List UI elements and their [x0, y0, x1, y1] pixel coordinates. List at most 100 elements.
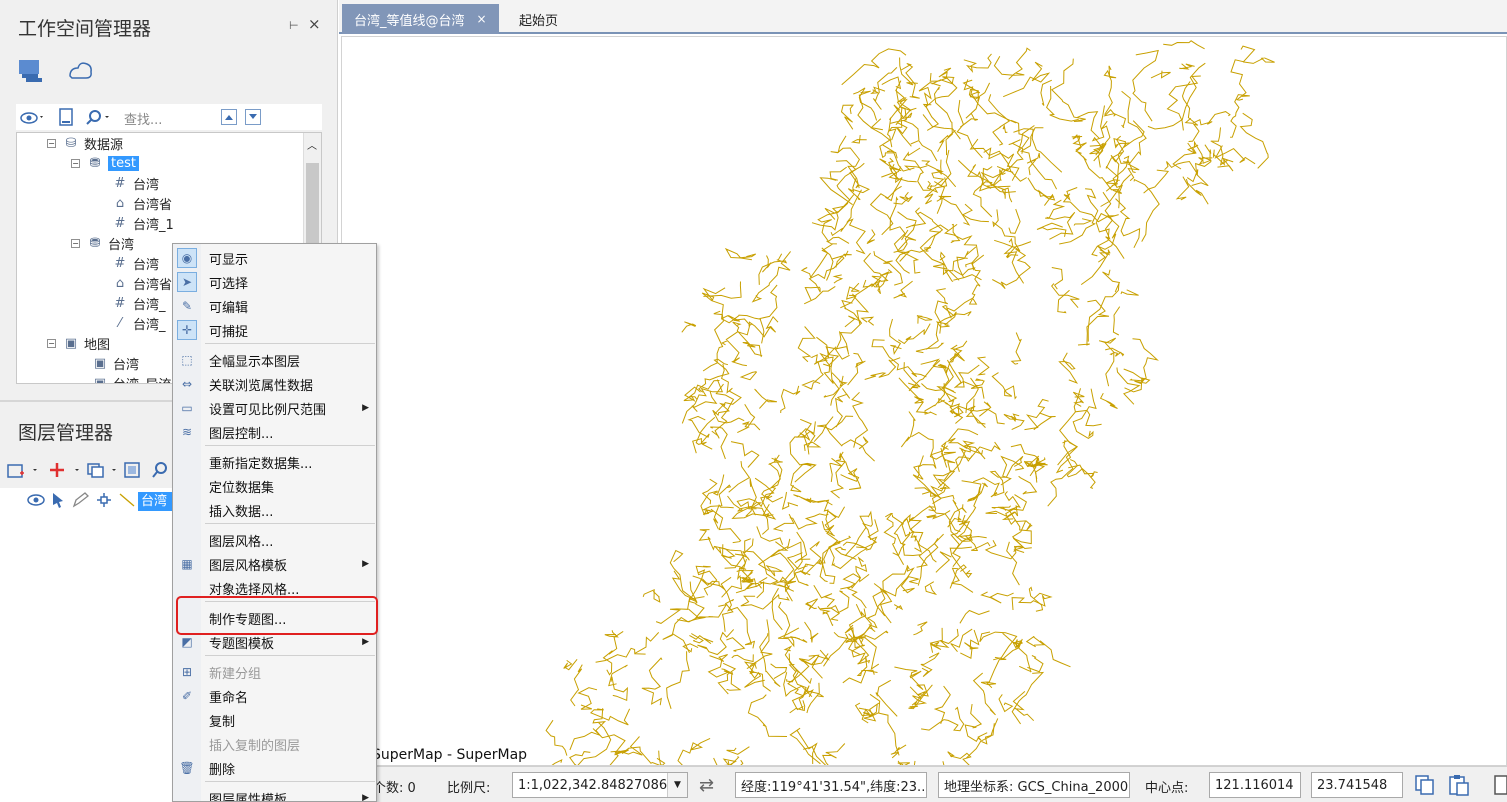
tree-item-grid[interactable]: # 台湾_ [111, 293, 166, 313]
menu-item-14[interactable]: 图层风格... [173, 528, 376, 552]
display-eye-icon[interactable] [18, 107, 46, 127]
menu-item-8[interactable]: ≋ 图层控制... [173, 420, 376, 444]
contour-line [819, 177, 853, 206]
tree-item-grid[interactable]: # 台湾 [111, 253, 159, 273]
cloud-datasource-icon[interactable] [66, 56, 94, 84]
add-layer-icon[interactable] [48, 460, 82, 480]
trash-icon: 🗑 [179, 761, 195, 775]
copy-layer-icon[interactable] [86, 460, 120, 480]
layer-item-label[interactable]: 台湾_ [138, 492, 174, 511]
contour-line [829, 457, 843, 482]
contour-line [961, 514, 987, 542]
contour-line [740, 593, 790, 610]
tab-close-icon[interactable]: × [477, 12, 487, 26]
scroll-up-icon[interactable]: ︿ [307, 137, 317, 152]
pin-icon[interactable]: ⊢ [289, 19, 299, 32]
rename-icon: ✐ [181, 689, 193, 703]
layer-extent-icon[interactable] [122, 460, 142, 480]
contour-line [951, 567, 974, 593]
contour-line [899, 57, 918, 86]
tree-item-grid[interactable]: # 台湾 [111, 173, 159, 193]
document-icon[interactable] [56, 107, 76, 127]
tree-item-test[interactable]: − ⛃ test [71, 153, 139, 173]
contour-line [780, 385, 801, 414]
menu-item-12[interactable]: 插入数据... [173, 498, 376, 522]
menu-item-2[interactable]: ✎ 可编辑 [173, 294, 376, 318]
contour-line [641, 657, 663, 706]
menu-item-15[interactable]: ▦ 图层风格模板 ▶ [173, 552, 376, 576]
tree-item-maps[interactable]: − ▣ 地图 [47, 333, 110, 353]
contour-line [964, 704, 988, 743]
selectable-icon[interactable] [50, 492, 66, 510]
visible-eye-icon[interactable] [26, 492, 46, 510]
arrow-down-icon[interactable] [245, 109, 261, 125]
contour-line [862, 510, 878, 551]
document-tabs: 台湾_等值线@台湾 × 起始页 [339, 0, 1507, 34]
paste-coords-icon[interactable] [1447, 774, 1471, 796]
tree-item-line[interactable]: ⁄ 台湾_ [111, 313, 166, 333]
menu-item-label: 专题图模板 [209, 636, 275, 652]
contour-line [1002, 632, 1032, 673]
tree-item-map[interactable]: ▣ 台湾 [91, 353, 139, 373]
center-x-input[interactable]: 121.116014 [1209, 772, 1301, 798]
menu-item-6[interactable]: ⇔ 关联浏览属性数据 [173, 372, 376, 396]
tab-contour-map[interactable]: 台湾_等值线@台湾 × [342, 4, 499, 34]
contour-line [804, 621, 819, 643]
contour-line [836, 454, 855, 478]
menu-item-10[interactable]: 重新指定数据集... [173, 450, 376, 474]
chevron-down-icon[interactable]: ▼ [667, 773, 687, 797]
copy-coords-icon[interactable] [1413, 774, 1437, 796]
menu-item-25[interactable]: 🗑 删除 [173, 756, 376, 780]
arrow-up-icon[interactable] [221, 109, 237, 125]
tree-item-grid[interactable]: # 台湾_1 [111, 213, 174, 233]
menu-item-1[interactable]: ➤ 可选择 [173, 270, 376, 294]
contour-line [770, 663, 788, 680]
tab-start-page[interactable]: 起始页 [507, 4, 570, 34]
contour-line [728, 461, 751, 493]
grid-icon: # [114, 215, 126, 231]
menu-item-11[interactable]: 定位数据集 [173, 474, 376, 498]
menu-item-3[interactable]: ✛ 可捕捉 [173, 318, 376, 342]
contour-line [898, 377, 928, 414]
center-y-input[interactable]: 23.741548 [1311, 772, 1403, 798]
tree-item-datasources[interactable]: − ⛁ 数据源 [47, 133, 123, 153]
contour-line [813, 415, 854, 443]
contour-line [695, 417, 716, 450]
tree-item-region[interactable]: ⌂ 台湾省 [111, 273, 172, 293]
editable-icon[interactable] [72, 492, 90, 510]
menu-item-23[interactable]: 复制 [173, 708, 376, 732]
contour-line [724, 538, 754, 569]
full-extent-icon: ⬚ [181, 353, 193, 367]
contour-line [1120, 289, 1139, 296]
menu-item-5[interactable]: ⬚ 全幅显示本图层 [173, 348, 376, 372]
layout-icon[interactable] [1491, 774, 1507, 796]
search-input[interactable]: 查找... [124, 109, 214, 128]
datasource-view-icon[interactable] [16, 56, 44, 84]
scale-combobox[interactable]: 1:1,022,342.84827086 ▼ [512, 772, 688, 798]
tree-item-taiwan-ds[interactable]: − ⛃ 台湾 [71, 233, 134, 253]
menu-item-label: 图层风格模板 [209, 558, 288, 574]
search-icon[interactable] [84, 107, 112, 127]
tree-item-map[interactable]: ▣台湾_导流 [91, 373, 172, 384]
menu-item-7[interactable]: ▭ 设置可见比例尺范围 ▶ [173, 396, 376, 420]
menu-item-0[interactable]: ◉ 可显示 [173, 246, 376, 270]
contour-line [888, 157, 897, 173]
swap-icon[interactable]: ⇄ [699, 775, 714, 796]
contour-line [602, 630, 624, 676]
new-layer-group-icon[interactable] [6, 460, 40, 480]
map-canvas[interactable]: SuperMap - SuperMap [341, 36, 1507, 766]
close-icon[interactable]: × [308, 15, 321, 33]
tree-item-region[interactable]: ⌂ 台湾省 [111, 193, 172, 213]
contour-line [730, 441, 760, 468]
link-icon: ⇔ [181, 377, 193, 391]
contour-line [840, 104, 855, 130]
layer-search-icon[interactable] [150, 460, 170, 480]
contour-line [824, 416, 875, 462]
menu-item-27[interactable]: 图层属性模板 ▶ [173, 786, 376, 802]
contour-line [976, 356, 990, 376]
contour-line [772, 513, 795, 532]
menu-item-22[interactable]: ✐ 重命名 [173, 684, 376, 708]
snappable-icon[interactable] [94, 492, 114, 510]
crs-field[interactable]: 地理坐标系: GCS_China_2000 [938, 772, 1130, 798]
contour-line [841, 48, 907, 86]
